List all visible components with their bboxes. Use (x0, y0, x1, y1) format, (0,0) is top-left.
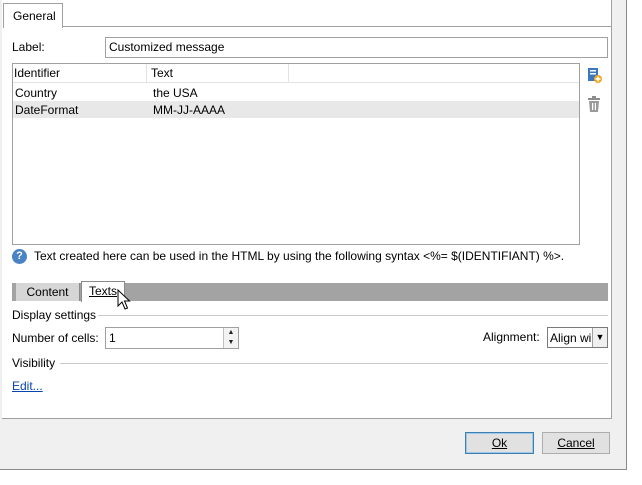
help-icon: ? (12, 249, 27, 264)
list-row-selected[interactable]: DateFormat MM-JJ-AAAA (13, 101, 579, 118)
column-separator[interactable] (288, 64, 289, 82)
cells-stepper[interactable]: 1 ▲ ▼ (105, 327, 239, 349)
stepper-down-icon[interactable]: ▼ (223, 338, 238, 348)
column-header-text[interactable]: Text (151, 66, 173, 80)
mouse-cursor-icon (117, 289, 131, 310)
stepper-up-icon[interactable]: ▲ (223, 328, 238, 338)
row-text: MM-JJ-AAAA (153, 103, 225, 117)
column-header-identifier[interactable]: Identifier (14, 66, 60, 80)
alignment-select[interactable]: Align wi ▼ (547, 327, 608, 348)
alignment-label: Alignment: (483, 330, 540, 344)
ok-button[interactable]: Ok (465, 432, 534, 454)
chevron-down-icon[interactable]: ▼ (592, 328, 607, 347)
row-text: the USA (153, 86, 198, 100)
window-border-right (626, 0, 642, 485)
label-input-value: Customized message (109, 40, 225, 54)
row-identifier: Country (15, 86, 58, 100)
cancel-button[interactable]: Cancel (542, 432, 610, 454)
tab-general-label: General (13, 9, 56, 23)
info-text: Text created here can be used in the HTM… (34, 249, 565, 263)
edit-visibility-link[interactable]: Edit... (12, 379, 43, 393)
row-identifier: DateFormat (15, 103, 79, 117)
ok-button-label: Ok (491, 436, 508, 450)
section-divider (98, 315, 608, 316)
trash-icon[interactable] (585, 95, 603, 113)
column-separator[interactable] (146, 64, 147, 82)
tab-content-label: Content (26, 285, 69, 299)
window-border-bottom (0, 469, 627, 470)
cancel-button-label: Cancel (557, 436, 595, 450)
label-field-label: Label: (12, 40, 45, 54)
visibility-title: Visibility (12, 356, 56, 370)
alignment-value: Align wi (550, 331, 592, 345)
list-header: Identifier Text (13, 64, 579, 83)
label-input[interactable]: Customized message (105, 37, 608, 58)
section-divider (60, 363, 608, 364)
tab-content[interactable]: Content (16, 283, 80, 301)
tab-texts-label: Texts (88, 284, 117, 298)
cells-label: Number of cells: (12, 331, 99, 345)
display-settings-title: Display settings (12, 308, 97, 322)
tab-strip-line (63, 26, 612, 27)
add-entry-icon[interactable] (585, 66, 603, 84)
cells-value: 1 (109, 331, 116, 345)
identifier-text-list[interactable]: Identifier Text Country the USA DateForm… (12, 63, 580, 245)
tab-general[interactable]: General (3, 3, 63, 28)
list-row[interactable]: Country the USA (13, 84, 579, 101)
